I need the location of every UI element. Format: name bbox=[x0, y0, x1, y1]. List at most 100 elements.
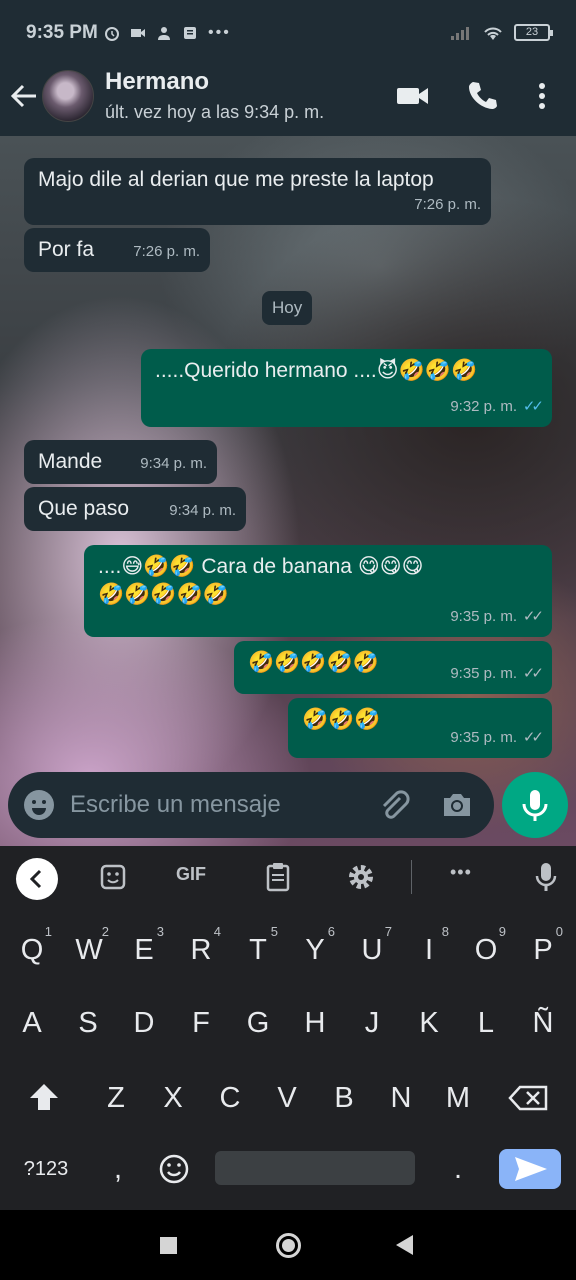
shift-key[interactable] bbox=[18, 1067, 70, 1129]
key-m[interactable]: M bbox=[432, 1067, 484, 1129]
document-icon bbox=[184, 27, 196, 39]
key-p[interactable]: P0 bbox=[517, 919, 569, 981]
date-separator: Hoy bbox=[262, 291, 313, 325]
key-r[interactable]: R4 bbox=[175, 919, 227, 981]
signal-icon bbox=[451, 26, 469, 40]
key-q[interactable]: Q1 bbox=[6, 919, 58, 981]
message-text: Mande bbox=[38, 450, 103, 473]
settings-button[interactable] bbox=[346, 862, 376, 892]
contact-last-seen: últ. vez hoy a las 9:34 p. m. bbox=[105, 102, 325, 122]
message-text: Por fa bbox=[38, 238, 95, 261]
key-n[interactable]: N bbox=[375, 1067, 427, 1129]
key-g[interactable]: G bbox=[232, 992, 284, 1054]
message-input[interactable] bbox=[70, 788, 370, 822]
microphone-icon bbox=[522, 790, 548, 821]
home-button[interactable] bbox=[276, 1233, 301, 1258]
message-outgoing[interactable]: 🤣🤣🤣🤣🤣 9:35 p. m. ✓✓ bbox=[234, 641, 552, 694]
key-j[interactable]: J bbox=[346, 992, 398, 1054]
smiley-icon bbox=[32, 800, 46, 815]
attach-button[interactable] bbox=[376, 788, 412, 824]
toolbar-divider bbox=[411, 860, 412, 894]
backspace-key[interactable] bbox=[504, 1067, 556, 1129]
key-y[interactable]: Y6 bbox=[289, 919, 341, 981]
collapse-toolbar-button[interactable] bbox=[16, 858, 58, 900]
emoji-button[interactable] bbox=[24, 790, 54, 820]
message-outgoing[interactable]: .....Querido hermano ....😈🤣🤣🤣 9:32 p. m.… bbox=[141, 349, 552, 427]
key-l[interactable]: L bbox=[460, 992, 512, 1054]
status-bar: 9:35 PM ••• 23 bbox=[0, 0, 576, 56]
message-time: 9:35 p. m. bbox=[450, 665, 518, 682]
message-text: Que paso bbox=[38, 497, 130, 520]
space-key[interactable] bbox=[215, 1151, 415, 1185]
message-text: 🤣🤣🤣🤣🤣 bbox=[248, 651, 379, 674]
phone-icon bbox=[469, 82, 497, 109]
wifi-icon bbox=[484, 27, 502, 40]
sticker-button[interactable] bbox=[98, 862, 128, 892]
smiley-icon bbox=[159, 1154, 189, 1184]
key-c[interactable]: C bbox=[204, 1067, 256, 1129]
message-time: 9:34 p. m. bbox=[169, 502, 236, 519]
back-nav-button[interactable] bbox=[396, 1235, 413, 1255]
key-u[interactable]: U7 bbox=[346, 919, 398, 981]
message-text: Majo dile al derian que me preste la lap… bbox=[38, 168, 434, 191]
more-tools-button[interactable]: ••• bbox=[450, 862, 472, 883]
camera-button[interactable] bbox=[440, 790, 474, 820]
clipboard-button[interactable] bbox=[264, 862, 292, 892]
key-f[interactable]: F bbox=[175, 992, 227, 1054]
back-button[interactable] bbox=[8, 78, 40, 114]
chat-area[interactable]: Majo dile al derian que me preste la lap… bbox=[0, 136, 576, 846]
key-d[interactable]: D bbox=[118, 992, 170, 1054]
send-key[interactable] bbox=[499, 1149, 561, 1189]
message-time: 9:32 p. m. bbox=[450, 398, 518, 415]
message-outgoing[interactable]: ....😅🤣🤣 Cara de banana 😋😋😋 🤣🤣🤣🤣🤣 9:35 p.… bbox=[84, 545, 552, 637]
message-outgoing[interactable]: 🤣🤣🤣 9:35 p. m. ✓✓ bbox=[288, 698, 552, 758]
key-h[interactable]: H bbox=[289, 992, 341, 1054]
camera-icon bbox=[444, 794, 470, 816]
key-v[interactable]: V bbox=[261, 1067, 313, 1129]
key-e[interactable]: E3 bbox=[118, 919, 170, 981]
voice-typing-button[interactable] bbox=[532, 860, 560, 894]
more-vertical-icon bbox=[539, 83, 545, 109]
key-s[interactable]: S bbox=[62, 992, 114, 1054]
key-o[interactable]: O9 bbox=[460, 919, 512, 981]
sticker-icon bbox=[100, 864, 126, 890]
more-options-button[interactable] bbox=[527, 78, 557, 114]
key-b[interactable]: B bbox=[318, 1067, 370, 1129]
message-incoming[interactable]: Majo dile al derian que me preste la lap… bbox=[24, 158, 491, 225]
shift-icon bbox=[30, 1084, 58, 1110]
key-a[interactable]: A bbox=[6, 992, 58, 1054]
key-n-tilde[interactable]: Ñ bbox=[517, 992, 569, 1054]
period-key[interactable]: . bbox=[432, 1138, 484, 1200]
paperclip-icon bbox=[382, 790, 410, 819]
message-incoming[interactable]: Por fa 7:26 p. m. bbox=[24, 228, 210, 272]
recent-apps-button[interactable] bbox=[160, 1237, 177, 1254]
avatar[interactable] bbox=[42, 70, 94, 122]
comma-key[interactable]: , bbox=[92, 1138, 144, 1200]
video-call-button[interactable] bbox=[395, 78, 431, 114]
key-w[interactable]: W2 bbox=[63, 919, 115, 981]
composer-bar bbox=[8, 772, 494, 838]
gif-button[interactable]: GIF bbox=[176, 864, 206, 885]
delivered-receipt-icon: ✓✓ bbox=[522, 729, 544, 746]
message-incoming[interactable]: Mande 9:34 p. m. bbox=[24, 440, 217, 484]
message-time: 9:34 p. m. bbox=[140, 455, 207, 472]
emoji-key[interactable] bbox=[148, 1138, 200, 1200]
backspace-icon bbox=[508, 1085, 548, 1111]
message-time: 9:35 p. m. bbox=[450, 729, 518, 746]
delivered-receipt-icon: ✓✓ bbox=[522, 665, 544, 682]
voice-call-button[interactable] bbox=[465, 78, 501, 114]
message-incoming[interactable]: Que paso 9:34 p. m. bbox=[24, 487, 246, 531]
message-time: 9:35 p. m. bbox=[450, 608, 518, 625]
system-navigation-bar bbox=[0, 1210, 576, 1280]
key-x[interactable]: X bbox=[147, 1067, 199, 1129]
symbols-key[interactable]: ?123 bbox=[16, 1138, 76, 1200]
microphone-icon bbox=[535, 863, 557, 891]
key-z[interactable]: Z bbox=[90, 1067, 142, 1129]
contact-name[interactable]: Hermano bbox=[105, 68, 209, 96]
keyboard-toolbar: GIF ••• bbox=[0, 846, 576, 910]
key-t[interactable]: T5 bbox=[232, 919, 284, 981]
status-system-icons: 23 bbox=[450, 24, 553, 41]
key-i[interactable]: I8 bbox=[403, 919, 455, 981]
voice-message-button[interactable] bbox=[502, 772, 568, 838]
key-k[interactable]: K bbox=[403, 992, 455, 1054]
